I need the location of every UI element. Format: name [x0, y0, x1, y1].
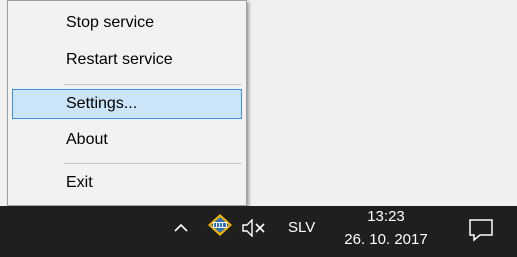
menu-separator	[64, 84, 242, 85]
imis-app-icon[interactable]	[207, 213, 233, 237]
taskbar-clock[interactable]: 13:23 26. 10. 2017	[336, 207, 436, 250]
menu-item-about[interactable]: About	[12, 125, 242, 155]
clock-date: 26. 10. 2017	[344, 231, 428, 248]
menu-item-settings[interactable]: Settings...	[12, 89, 242, 119]
menu-item-restart-service[interactable]: Restart service	[12, 45, 242, 75]
notification-center-icon[interactable]	[468, 218, 494, 242]
input-language-indicator[interactable]: SLV	[288, 219, 315, 237]
menu-item-stop-service[interactable]: Stop service	[12, 8, 242, 38]
volume-muted-icon[interactable]	[242, 219, 266, 237]
desktop-area: Stop service Restart service Settings...…	[0, 0, 517, 257]
clock-time: 13:23	[367, 208, 405, 225]
taskbar: SLV 13:23 26. 10. 2017	[0, 206, 517, 257]
chevron-up-icon[interactable]	[173, 220, 189, 236]
menu-separator	[64, 163, 242, 164]
tray-context-menu: Stop service Restart service Settings...…	[7, 0, 247, 206]
menu-item-exit[interactable]: Exit	[12, 168, 242, 198]
